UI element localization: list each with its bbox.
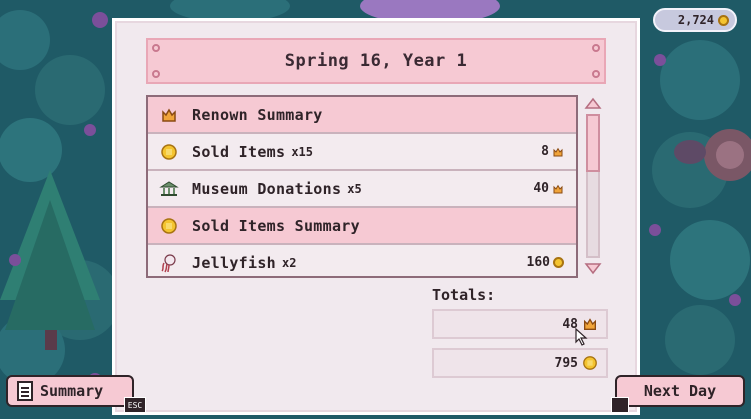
summary-button-label: Summary xyxy=(40,382,104,400)
list-item[interactable]: Jellyfish x2 160 xyxy=(148,245,576,276)
jellyfish-icon xyxy=(158,252,180,274)
total-gold: 795 xyxy=(432,348,608,378)
coin-icon xyxy=(158,215,180,237)
gold-amount: 2,724 xyxy=(677,13,714,27)
date-banner: Spring 16, Year 1 xyxy=(146,38,606,84)
scroll-down-icon[interactable] xyxy=(582,260,604,276)
corner-ornament-icon xyxy=(592,44,600,52)
list-item-value: 40 xyxy=(533,181,564,196)
document-icon xyxy=(17,381,33,401)
totals-label: Totals: xyxy=(432,286,496,304)
next-day-button[interactable]: Next Day xyxy=(615,375,745,407)
coin-icon xyxy=(583,356,597,370)
summary-button[interactable]: Summary xyxy=(6,375,134,407)
enter-key-icon xyxy=(611,397,629,413)
coin-icon xyxy=(718,14,729,26)
list-item-value: 160 xyxy=(527,255,564,270)
date-title: Spring 16, Year 1 xyxy=(284,51,468,71)
corner-ornament-icon xyxy=(152,70,160,78)
list-scrollbar[interactable] xyxy=(582,96,604,276)
list-item-label: Museum Donations xyxy=(192,179,342,198)
list-header-label: Sold Items Summary xyxy=(192,216,360,235)
list-item-quantity: x15 xyxy=(291,144,313,159)
list-header-renown: Renown Summary xyxy=(148,97,576,134)
value-amount: 8 xyxy=(541,144,549,159)
renown-icon xyxy=(158,104,180,126)
list-header-label: Renown Summary xyxy=(192,105,323,124)
value-amount: 160 xyxy=(526,255,550,270)
mouse-cursor-icon xyxy=(575,328,588,346)
list-header-sold-items: Sold Items Summary xyxy=(148,208,576,245)
list-item-label: Sold Items xyxy=(192,142,286,161)
next-day-button-label: Next Day xyxy=(643,382,717,400)
total-gold-value: 795 xyxy=(554,355,578,371)
museum-icon xyxy=(158,178,180,200)
coin-icon xyxy=(553,257,564,268)
corner-ornament-icon xyxy=(592,70,600,78)
corner-ornament-icon xyxy=(152,44,160,52)
scrollbar-thumb[interactable] xyxy=(586,114,600,172)
list-item-quantity: x5 xyxy=(347,181,362,196)
renown-icon xyxy=(553,147,563,156)
list-item-value: 8 xyxy=(541,144,564,159)
list-item[interactable]: Museum Donations x5 40 xyxy=(148,171,576,208)
summary-list[interactable]: Renown Summary Sold Items x15 8 Museum D… xyxy=(146,95,578,278)
value-amount: 40 xyxy=(533,181,549,196)
list-item-label: Jellyfish xyxy=(192,253,276,272)
coin-icon xyxy=(158,141,180,163)
scroll-up-icon[interactable] xyxy=(582,96,604,112)
esc-key-hint: ESC xyxy=(124,397,146,413)
list-item[interactable]: Sold Items x15 8 xyxy=(148,134,576,171)
renown-icon xyxy=(553,184,563,193)
list-item-quantity: x2 xyxy=(281,255,297,270)
gold-counter: 2,724 xyxy=(653,8,737,32)
